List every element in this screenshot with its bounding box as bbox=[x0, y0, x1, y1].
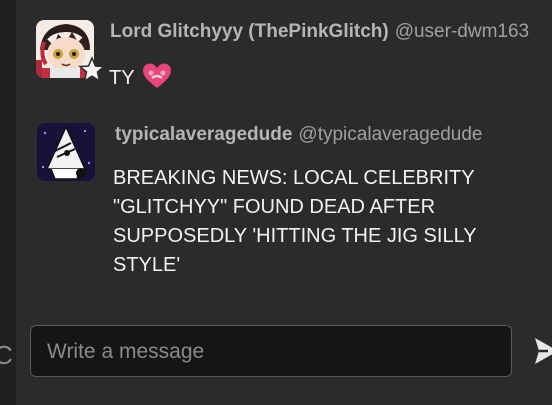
avatar[interactable] bbox=[37, 123, 95, 181]
sketch-character-avatar-icon bbox=[37, 123, 95, 181]
star-icon bbox=[78, 56, 106, 83]
author-name[interactable]: typicalaveragedude bbox=[115, 124, 292, 145]
chat-window: C Lord Glitchyyy (ThePinkGlitch) @user-d… bbox=[0, 0, 552, 405]
message-composer bbox=[30, 325, 512, 378]
author-handle[interactable]: @user-dwm163 bbox=[395, 21, 529, 42]
message-item: Lord Glitchyyy (ThePinkGlitch) @user-dwm1… bbox=[16, 0, 552, 110]
sidebar-edge-glyph: C bbox=[0, 340, 13, 370]
author-line: typicalaveragedude @typicalaveragedude bbox=[115, 124, 483, 146]
message-item: typicalaveragedude @typicalaveragedude BR… bbox=[16, 110, 552, 310]
message-feed: Lord Glitchyyy (ThePinkGlitch) @user-dwm1… bbox=[16, 0, 552, 320]
message-text: BREAKING NEWS: LOCAL CELEBRITY "GLITCHYY… bbox=[113, 167, 477, 276]
heart-with-ribbon-icon bbox=[142, 63, 171, 88]
author-name[interactable]: Lord Glitchyyy (ThePinkGlitch) bbox=[110, 21, 389, 42]
author-handle[interactable]: @typicalaveragedude bbox=[298, 124, 482, 145]
author-line: Lord Glitchyyy (ThePinkGlitch) @user-dwm1… bbox=[110, 21, 529, 43]
left-sidebar-edge: C bbox=[0, 0, 16, 405]
message-input[interactable] bbox=[45, 326, 499, 378]
send-icon[interactable] bbox=[532, 335, 552, 367]
message-text: TY bbox=[109, 62, 172, 93]
message-text-content: TY bbox=[109, 67, 135, 89]
